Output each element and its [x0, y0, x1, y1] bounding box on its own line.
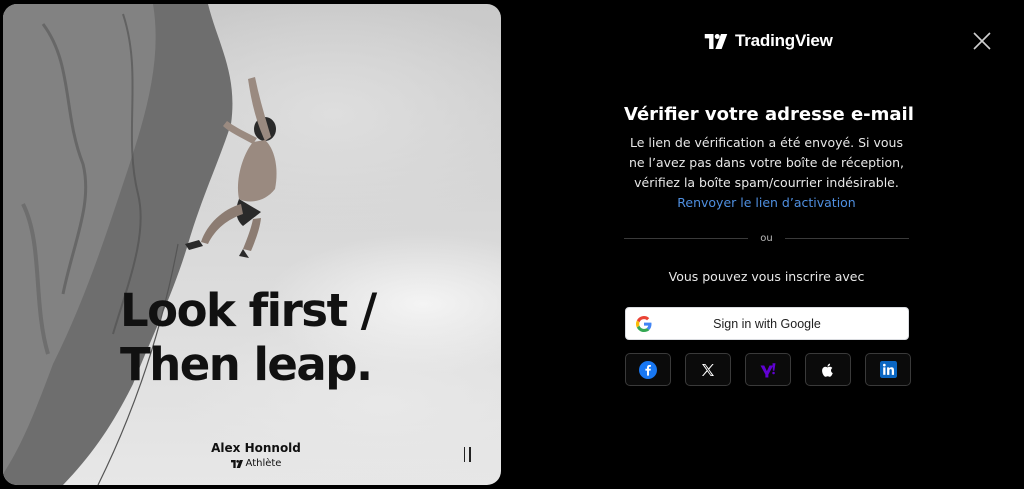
athlete-role: Athlète: [211, 458, 301, 469]
close-button[interactable]: [970, 29, 994, 53]
promo-headline: Look first / Then leap.: [120, 284, 420, 392]
social-buttons: [625, 353, 911, 386]
athlete-name: Alex Honnold: [211, 441, 301, 455]
or-divider: ou: [624, 231, 909, 245]
brand-logo: TradingView: [703, 31, 833, 51]
x-icon: [702, 363, 714, 376]
apple-icon: [822, 363, 833, 377]
verify-description: Le lien de vérification a été envoyé. Si…: [628, 135, 905, 190]
verify-panel: Vérifier votre adresse e-mail Le lien de…: [624, 100, 914, 284]
tradingview-logo-icon: [704, 33, 728, 49]
tradingview-logo-icon: [230, 459, 243, 468]
headline-line-1: Look first /: [120, 284, 377, 337]
facebook-button[interactable]: [625, 353, 671, 386]
divider-line-left: [624, 237, 749, 239]
headline-line-2: Then leap.: [120, 338, 373, 391]
signup-prompt: Vous pouvez vous inscrire avec: [668, 269, 865, 284]
pause-bar-right: [469, 446, 471, 462]
brand-name: TradingView: [735, 31, 833, 50]
climber-photo: [3, 4, 277, 485]
athlete-credit: Alex Honnold Athlète: [211, 441, 301, 469]
yahoo-button[interactable]: [745, 353, 791, 386]
resend-activation-link[interactable]: Renvoyer le lien d’activation: [624, 193, 909, 213]
or-label: ou: [760, 232, 773, 244]
divider-line-right: [784, 237, 909, 239]
apple-button[interactable]: [805, 353, 851, 386]
google-sign-in-button[interactable]: Sign in with Google: [625, 307, 909, 340]
linkedin-icon: [879, 361, 897, 378]
google-icon: [636, 316, 652, 332]
close-icon: [973, 32, 991, 50]
google-button-label: Sign in with Google: [713, 316, 821, 331]
pause-bar-left: [463, 446, 465, 462]
verify-title: Vérifier votre adresse e-mail: [624, 104, 914, 125]
facebook-icon: [639, 360, 657, 379]
pause-button[interactable]: [457, 444, 477, 464]
athlete-role-label: Athlète: [245, 458, 282, 469]
linkedin-button[interactable]: [865, 353, 911, 386]
yahoo-icon: [760, 362, 776, 377]
promo-card: Look first / Then leap. Alex Honnold Ath…: [3, 4, 501, 485]
x-button[interactable]: [685, 353, 731, 386]
